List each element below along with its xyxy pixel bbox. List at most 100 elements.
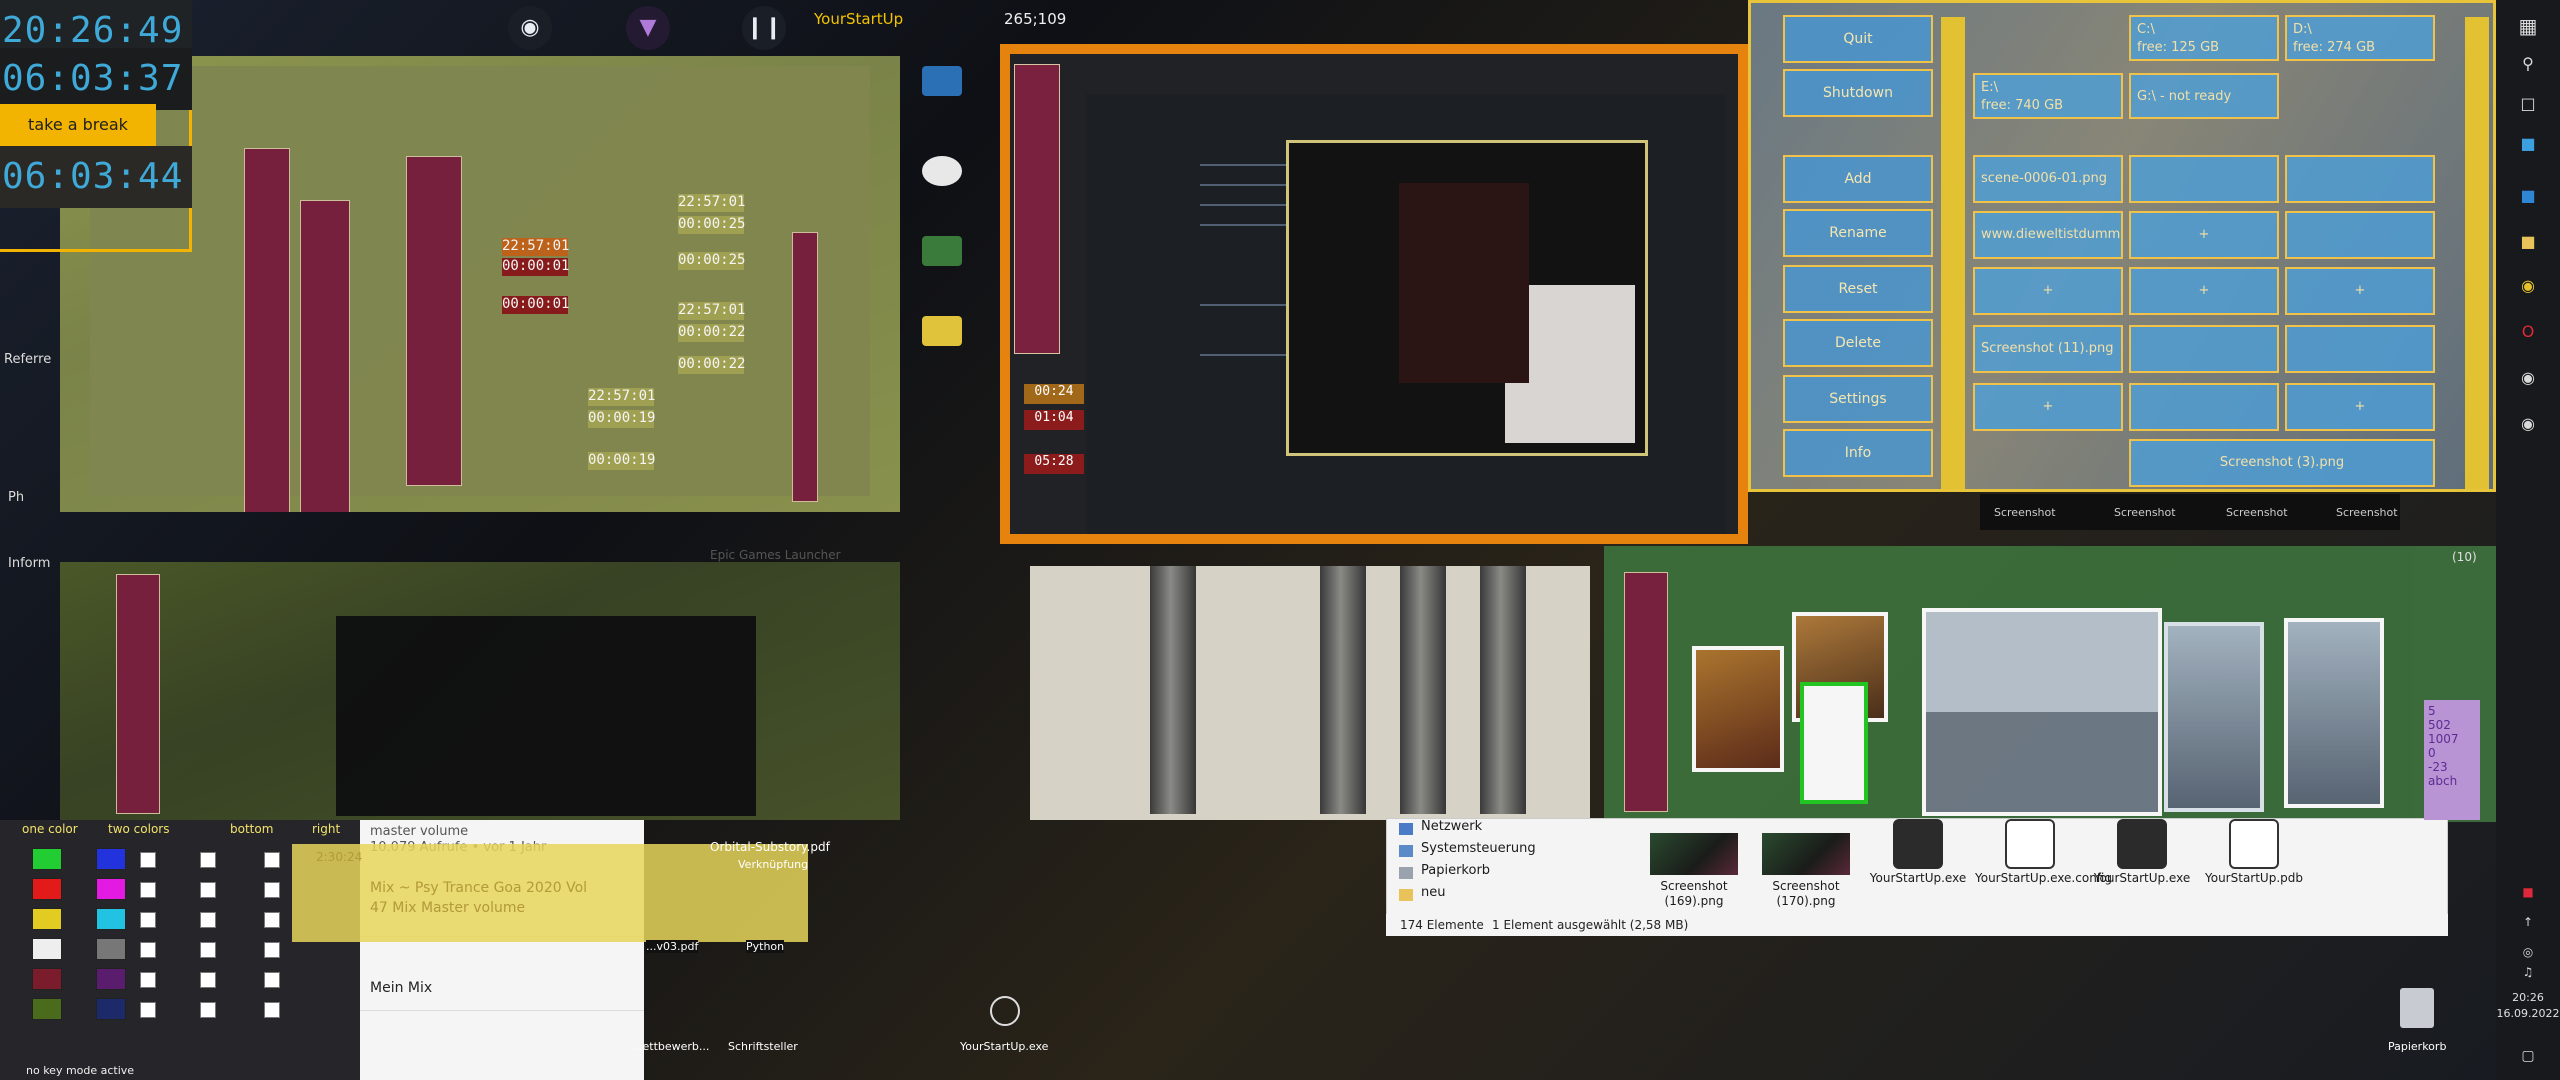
swatch-purple[interactable] [96,968,126,990]
tray-icon[interactable]: ■ [2512,876,2544,908]
startup-exe-label[interactable]: YourStartUp.exe [960,1040,1048,1053]
nav-network[interactable]: Netzwerk [1421,819,1482,834]
opera-icon[interactable]: O [2512,316,2544,348]
swatch-cyan[interactable] [96,908,126,930]
two-colors-option[interactable]: two colors [108,822,169,836]
bottom-option[interactable]: bottom [230,822,273,836]
checkbox[interactable] [264,942,280,958]
mini-button[interactable] [1624,572,1668,812]
launcher-cell[interactable] [2129,325,2279,373]
one-color-option[interactable]: one color [22,822,78,836]
file-item[interactable]: YourStartUp.pdb [2199,819,2309,886]
volume-icon[interactable]: ♫ [2512,956,2544,988]
checkbox[interactable] [140,852,156,868]
mix-title[interactable]: Mein Mix [370,980,432,996]
startup-exe-icon[interactable] [990,996,1020,1026]
nav-folder-neu[interactable]: neu [1421,885,1445,900]
steam-icon[interactable]: ◉ [508,6,552,50]
launcher-cell[interactable]: + [1973,383,2123,431]
nav-control-panel[interactable]: Systemsteuerung [1421,841,1536,856]
app-icon[interactable] [922,236,962,266]
checkbox[interactable] [140,912,156,928]
recycle-bin-icon[interactable] [2400,988,2434,1028]
checkbox[interactable] [140,1002,156,1018]
mini-button[interactable] [300,200,350,512]
checkbox[interactable] [140,942,156,958]
checkbox[interactable] [264,1002,280,1018]
photo-thumbnail[interactable] [1800,682,1868,804]
launcher-cell[interactable]: Screenshot (11).png [1973,325,2123,373]
swatch-green[interactable] [32,848,62,870]
swatch-olive[interactable] [32,998,62,1020]
mini-button[interactable] [1014,64,1060,354]
file-item[interactable]: YourStartUp.exe.config [1975,819,2112,886]
launcher-cell[interactable]: + [2285,383,2435,431]
drive-e[interactable]: E:\ free: 740 GB [1973,73,2123,119]
checkbox[interactable] [140,882,156,898]
swatch-red[interactable] [32,878,62,900]
launcher-cell[interactable] [2285,211,2435,259]
rename-button[interactable]: Rename [1783,209,1933,257]
launcher-cell[interactable]: + [1973,267,2123,315]
checkbox[interactable] [264,852,280,868]
launcher-cell[interactable]: www.dieweltistdumm.de [1973,211,2123,259]
shutdown-button[interactable]: Shutdown [1783,69,1933,117]
mini-button[interactable] [244,148,290,512]
swatch-white[interactable] [32,938,62,960]
launcher-cell[interactable]: + [2129,267,2279,315]
photos-window[interactable] [1604,546,2504,822]
swatch-darkred[interactable] [32,968,62,990]
file-label[interactable]: ...v03.pdf [646,940,699,953]
audio-icon[interactable]: ❙❙ [742,6,786,50]
delete-button[interactable]: Delete [1783,319,1933,367]
photo-thumbnail[interactable] [2164,622,2264,812]
swatch-yellow[interactable] [32,908,62,930]
checkbox[interactable] [264,972,280,988]
launcher-cell[interactable] [2129,383,2279,431]
shortcut-label[interactable]: Verknüpfung [738,858,808,871]
checkbox[interactable] [264,882,280,898]
right-option[interactable]: right [312,822,340,836]
settings-button[interactable]: Settings [1783,375,1933,423]
chrome-icon[interactable]: ◉ [2512,270,2544,302]
drive-g[interactable]: G:\ - not ready [2129,73,2279,119]
search-icon[interactable]: ⚲ [2512,48,2544,80]
checkbox[interactable] [264,912,280,928]
app-icon[interactable]: ◉ [2512,408,2544,440]
file-item[interactable]: Screenshot (169).png [1639,833,1749,909]
checkbox[interactable] [140,972,156,988]
folder-icon[interactable]: ■ [2512,226,2544,258]
mini-button[interactable] [792,232,818,502]
app-icon[interactable]: ■ [2512,128,2544,160]
info-button[interactable]: Info [1783,429,1933,477]
checkbox[interactable] [200,972,216,988]
windows-start-icon[interactable]: ▦ [2512,10,2544,42]
file-item[interactable]: YourStartUp.exe [1863,819,1973,886]
launcher-cell[interactable] [2285,155,2435,203]
photo-thumbnail[interactable] [2284,618,2384,808]
photo-thumbnail[interactable] [1692,646,1784,772]
launcher-cell[interactable] [2285,325,2435,373]
drive-c[interactable]: C:\ free: 125 GB [2129,15,2279,61]
task-view-icon[interactable]: □ [2512,88,2544,120]
notification-icon[interactable]: ▢ [2512,1040,2544,1072]
mini-button[interactable] [116,574,160,814]
python-label[interactable]: Python [746,940,785,953]
launcher-cell[interactable]: scene-0006-01.png [1973,155,2123,203]
photo-thumbnail-main[interactable] [1922,608,2162,816]
swatch-grey[interactable] [96,938,126,960]
app-icon[interactable]: ■ [2512,180,2544,212]
checkbox[interactable] [200,912,216,928]
recycle-bin-label[interactable]: Papierkorb [2388,1040,2446,1053]
file-item[interactable]: Screenshot (170).png [1751,833,1861,909]
checkbox[interactable] [200,852,216,868]
drive-d[interactable]: D:\ free: 274 GB [2285,15,2435,61]
file-item[interactable]: YourStartUp.exe [2087,819,2197,886]
screenshot-window-bottom-left[interactable] [60,562,900,820]
app-icon[interactable]: ◉ [2512,362,2544,394]
nav-recycle-bin[interactable]: Papierkorb [1421,863,1490,878]
taskbar-clock[interactable]: 20:26 16.09.2022 [2496,990,2560,1022]
launcher-cell[interactable]: + [2129,211,2279,259]
temple-window[interactable] [1030,566,1590,820]
mini-button[interactable] [406,156,462,486]
